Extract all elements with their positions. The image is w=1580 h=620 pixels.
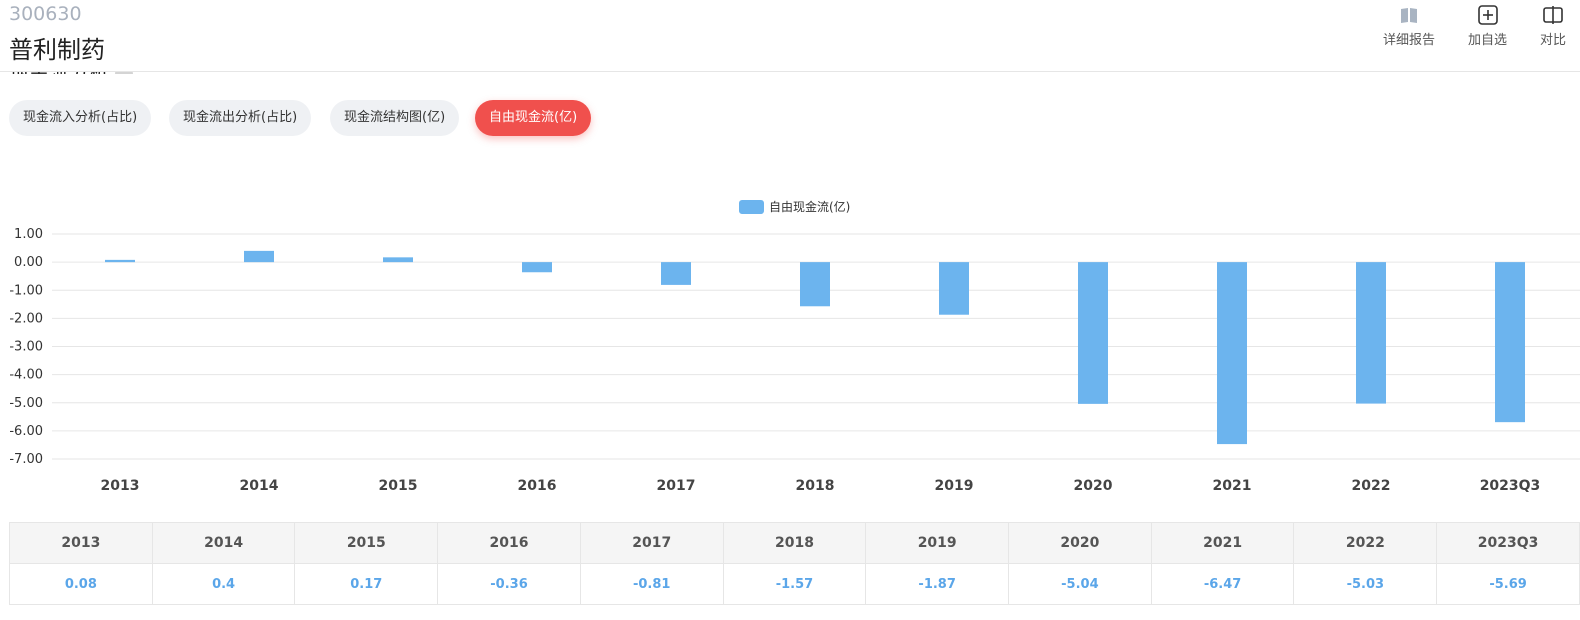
y-tick-label: 1.00 <box>14 227 43 242</box>
table-value-cell: -1.87 <box>865 563 1010 605</box>
tab-cash-structure[interactable]: 现金流结构图(亿) <box>330 100 460 136</box>
table-header-cell: 2018 <box>722 522 867 564</box>
y-tick-label: -6.00 <box>9 424 43 439</box>
bar[interactable] <box>939 262 969 315</box>
bar[interactable] <box>105 259 135 263</box>
chart-grid: 1.00 0.00 -1.00 -2.00 -3.00 -4.00 -5.00 -6.00 -7… <box>9 227 1580 467</box>
table-header-cell: 2021 <box>1150 522 1295 564</box>
x-tick-label: 2015 <box>379 478 418 494</box>
add-watchlist-button[interactable]: 加自选 <box>1468 4 1507 48</box>
detail-report-button[interactable]: 详细报告 <box>1383 4 1435 48</box>
legend-label: 自由现金流(亿) <box>769 199 850 214</box>
x-tick-label: 2018 <box>796 478 835 494</box>
legend-swatch <box>739 200 764 214</box>
y-tick-label: -1.00 <box>9 283 43 298</box>
table-header-cell: 2013 <box>9 522 153 564</box>
y-tick-label: -5.00 <box>9 396 43 411</box>
bar[interactable] <box>1495 262 1525 423</box>
x-tick-label: 2017 <box>657 478 696 494</box>
chart-x-axis: 2013 2014 2015 2016 2017 2018 2019 2020 2021 2022… <box>101 478 1541 494</box>
bar[interactable] <box>661 262 691 285</box>
x-tick-label: 2022 <box>1352 478 1391 494</box>
table-value-row: 0.08 0.4 0.17 -0.36 -0.81 -1.57 -1.87 -5.04 -6.4… <box>9 563 1580 605</box>
x-tick-label: 2016 <box>518 478 557 494</box>
table-header-cell: 2023Q3 <box>1436 522 1580 564</box>
table-header-cell: 2020 <box>1008 522 1152 564</box>
table-header-cell: 2019 <box>865 522 1010 564</box>
y-tick-label: -4.00 <box>9 368 43 383</box>
bar[interactable] <box>1078 262 1108 404</box>
compare-icon <box>1543 6 1563 24</box>
bar[interactable] <box>244 250 274 263</box>
bar[interactable] <box>522 262 552 273</box>
table-header-cell: 2016 <box>437 522 581 564</box>
table-value-cell: -0.36 <box>437 563 581 605</box>
compare-label: 对比 <box>1540 33 1567 48</box>
table-value-cell: -5.69 <box>1436 563 1580 605</box>
book-icon <box>1401 8 1417 23</box>
y-tick-label: -7.00 <box>9 452 43 467</box>
tab-free-cash-flow[interactable]: 自由现金流(亿) <box>475 100 592 136</box>
table-header-cell: 2015 <box>294 522 439 564</box>
top-bar: 300630 普利制药 详细报告 加自选 对比 <box>0 0 1580 72</box>
table-header-cell: 2017 <box>579 522 724 564</box>
data-table: 2013 2014 2015 2016 2017 2018 2019 2020 2021 2022… <box>9 522 1580 605</box>
table-value-cell: -5.03 <box>1293 563 1438 605</box>
table-value-cell: -6.47 <box>1150 563 1295 605</box>
table-value-cell: -0.81 <box>579 563 724 605</box>
free-cash-flow-chart: 1.00 0.00 -1.00 -2.00 -3.00 -4.00 -5.00 -6.00 -7… <box>9 199 1580 494</box>
table-value-cell: -1.57 <box>722 563 867 605</box>
x-tick-label: 2013 <box>101 478 140 494</box>
table-header-cell: 2014 <box>151 522 296 564</box>
x-tick-label: 2019 <box>935 478 974 494</box>
x-tick-label: 2014 <box>240 478 279 494</box>
detail-report-label: 详细报告 <box>1383 33 1436 48</box>
table-value-cell: 0.08 <box>9 563 153 605</box>
table-header-cell: 2022 <box>1293 522 1438 564</box>
stock-code: 300630 <box>9 3 82 25</box>
bar[interactable] <box>383 257 413 263</box>
y-tick-label: -3.00 <box>9 340 43 355</box>
table-header-row: 2013 2014 2015 2016 2017 2018 2019 2020 2021 2022… <box>9 522 1580 564</box>
add-watchlist-label: 加自选 <box>1468 33 1508 48</box>
x-tick-label: 2023Q3 <box>1480 478 1541 494</box>
table-value-cell: -5.04 <box>1008 563 1152 605</box>
x-tick-label: 2020 <box>1074 478 1113 494</box>
table-value-cell: 0.4 <box>151 563 296 605</box>
stock-name: 普利制药 <box>9 36 105 64</box>
bar[interactable] <box>800 262 830 307</box>
tab-cash-outflow[interactable]: 现金流出分析(占比) <box>169 100 312 136</box>
bar[interactable] <box>1356 262 1386 404</box>
table-value-cell: 0.17 <box>294 563 439 605</box>
y-tick-label: 0.00 <box>14 255 43 270</box>
y-tick-label: -2.00 <box>9 311 43 326</box>
x-tick-label: 2021 <box>1213 478 1252 494</box>
chart-legend[interactable]: 自由现金流(亿) <box>739 199 850 214</box>
chart-bars <box>105 250 1525 445</box>
compare-button[interactable]: 对比 <box>1540 4 1566 48</box>
bar[interactable] <box>1217 262 1247 445</box>
tab-cash-inflow[interactable]: 现金流入分析(占比) <box>9 100 152 136</box>
plus-square-icon <box>1477 5 1498 25</box>
